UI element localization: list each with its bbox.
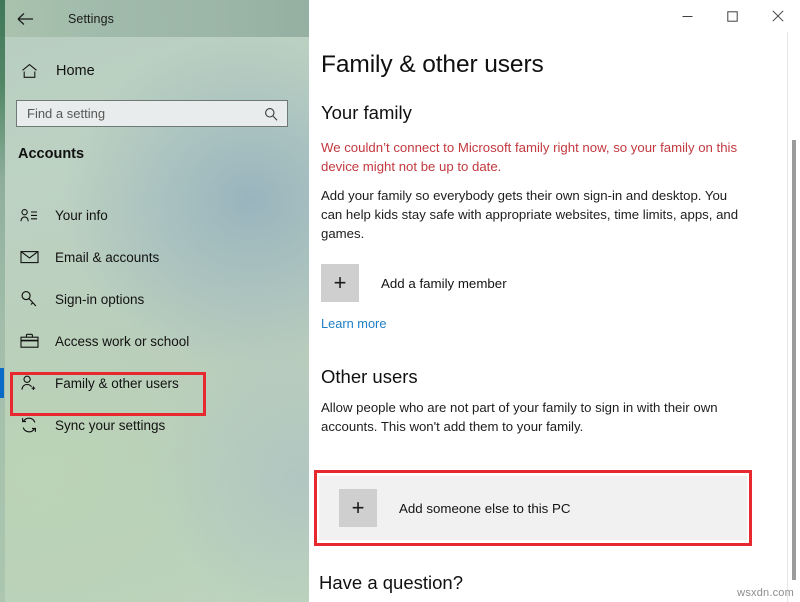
plus-icon: + xyxy=(339,489,377,527)
sidebar: Settings Home Find a setting Accounts Yo… xyxy=(0,0,309,602)
sidebar-nav-list: Your info Email & accounts Sign-in optio… xyxy=(0,194,309,446)
sidebar-item-label: Your info xyxy=(55,207,108,223)
selection-indicator xyxy=(0,368,4,398)
key-icon xyxy=(16,290,42,308)
add-family-member-button[interactable]: + Add a family member xyxy=(321,261,756,305)
page-title: Family & other users xyxy=(321,51,544,78)
person-add-icon xyxy=(16,375,42,391)
sidebar-item-label-home: Home xyxy=(56,63,95,79)
learn-more-link[interactable]: Learn more xyxy=(321,316,386,331)
sidebar-item-label: Access work or school xyxy=(55,333,190,349)
family-connection-warning: We couldn’t connect to Microsoft family … xyxy=(321,140,738,174)
sidebar-item-label: Email & accounts xyxy=(55,249,160,265)
close-icon[interactable] xyxy=(755,0,800,32)
plus-glyph: + xyxy=(351,495,365,520)
sidebar-item-home[interactable]: Home xyxy=(0,56,309,86)
search-input[interactable]: Find a setting xyxy=(16,100,288,127)
main-panel: Family & other users Your family We coul… xyxy=(309,0,800,602)
home-icon xyxy=(14,63,44,79)
minimize-icon[interactable] xyxy=(665,0,710,32)
add-someone-else-button[interactable]: + Add someone else to this PC xyxy=(319,476,747,540)
search-icon[interactable] xyxy=(264,107,278,121)
maximize-icon[interactable] xyxy=(710,0,755,32)
other-users-description: Allow people who are not part of your fa… xyxy=(321,400,718,434)
sidebar-item-label: Sync your settings xyxy=(55,417,166,433)
add-family-member-label: Add a family member xyxy=(381,275,507,291)
sidebar-item-email-accounts[interactable]: Email & accounts xyxy=(0,236,309,278)
window-controls xyxy=(665,0,800,32)
watermark: wsxdn.com xyxy=(737,587,794,599)
sidebar-item-your-info[interactable]: Your info xyxy=(0,194,309,236)
sidebar-item-sync-settings[interactable]: Sync your settings xyxy=(0,404,309,446)
briefcase-icon xyxy=(16,333,42,349)
envelope-icon xyxy=(16,250,42,264)
sidebar-item-label: Family & other users xyxy=(55,375,179,391)
scrollbar[interactable] xyxy=(788,32,800,602)
section-heading-your-family: Your family xyxy=(321,102,412,123)
sidebar-item-family-other-users[interactable]: Family & other users xyxy=(0,362,309,404)
add-someone-else-label: Add someone else to this PC xyxy=(399,500,571,516)
sidebar-item-signin-options[interactable]: Sign-in options xyxy=(0,278,309,320)
section-heading-other-users: Other users xyxy=(321,366,418,388)
plus-icon: + xyxy=(321,264,359,303)
your-info-icon xyxy=(16,208,42,223)
settings-content: Family & other users Your family We coul… xyxy=(309,32,800,602)
sidebar-category-header: Accounts xyxy=(18,146,85,162)
have-a-question-heading: Have a question? xyxy=(319,572,463,593)
sidebar-item-label: Sign-in options xyxy=(55,291,145,307)
plus-glyph: + xyxy=(333,270,347,296)
app-title: Settings xyxy=(68,11,114,26)
your-family-description: Add your family so everybody gets their … xyxy=(321,188,739,242)
settings-window: Settings Home Find a setting Accounts Yo… xyxy=(0,0,800,602)
sync-icon xyxy=(16,416,42,434)
scrollbar-thumb[interactable] xyxy=(792,140,796,580)
back-arrow-icon[interactable] xyxy=(4,0,46,37)
search-placeholder: Find a setting xyxy=(27,106,106,121)
sidebar-item-access-work-school[interactable]: Access work or school xyxy=(0,320,309,362)
titlebar: Settings xyxy=(0,0,309,37)
